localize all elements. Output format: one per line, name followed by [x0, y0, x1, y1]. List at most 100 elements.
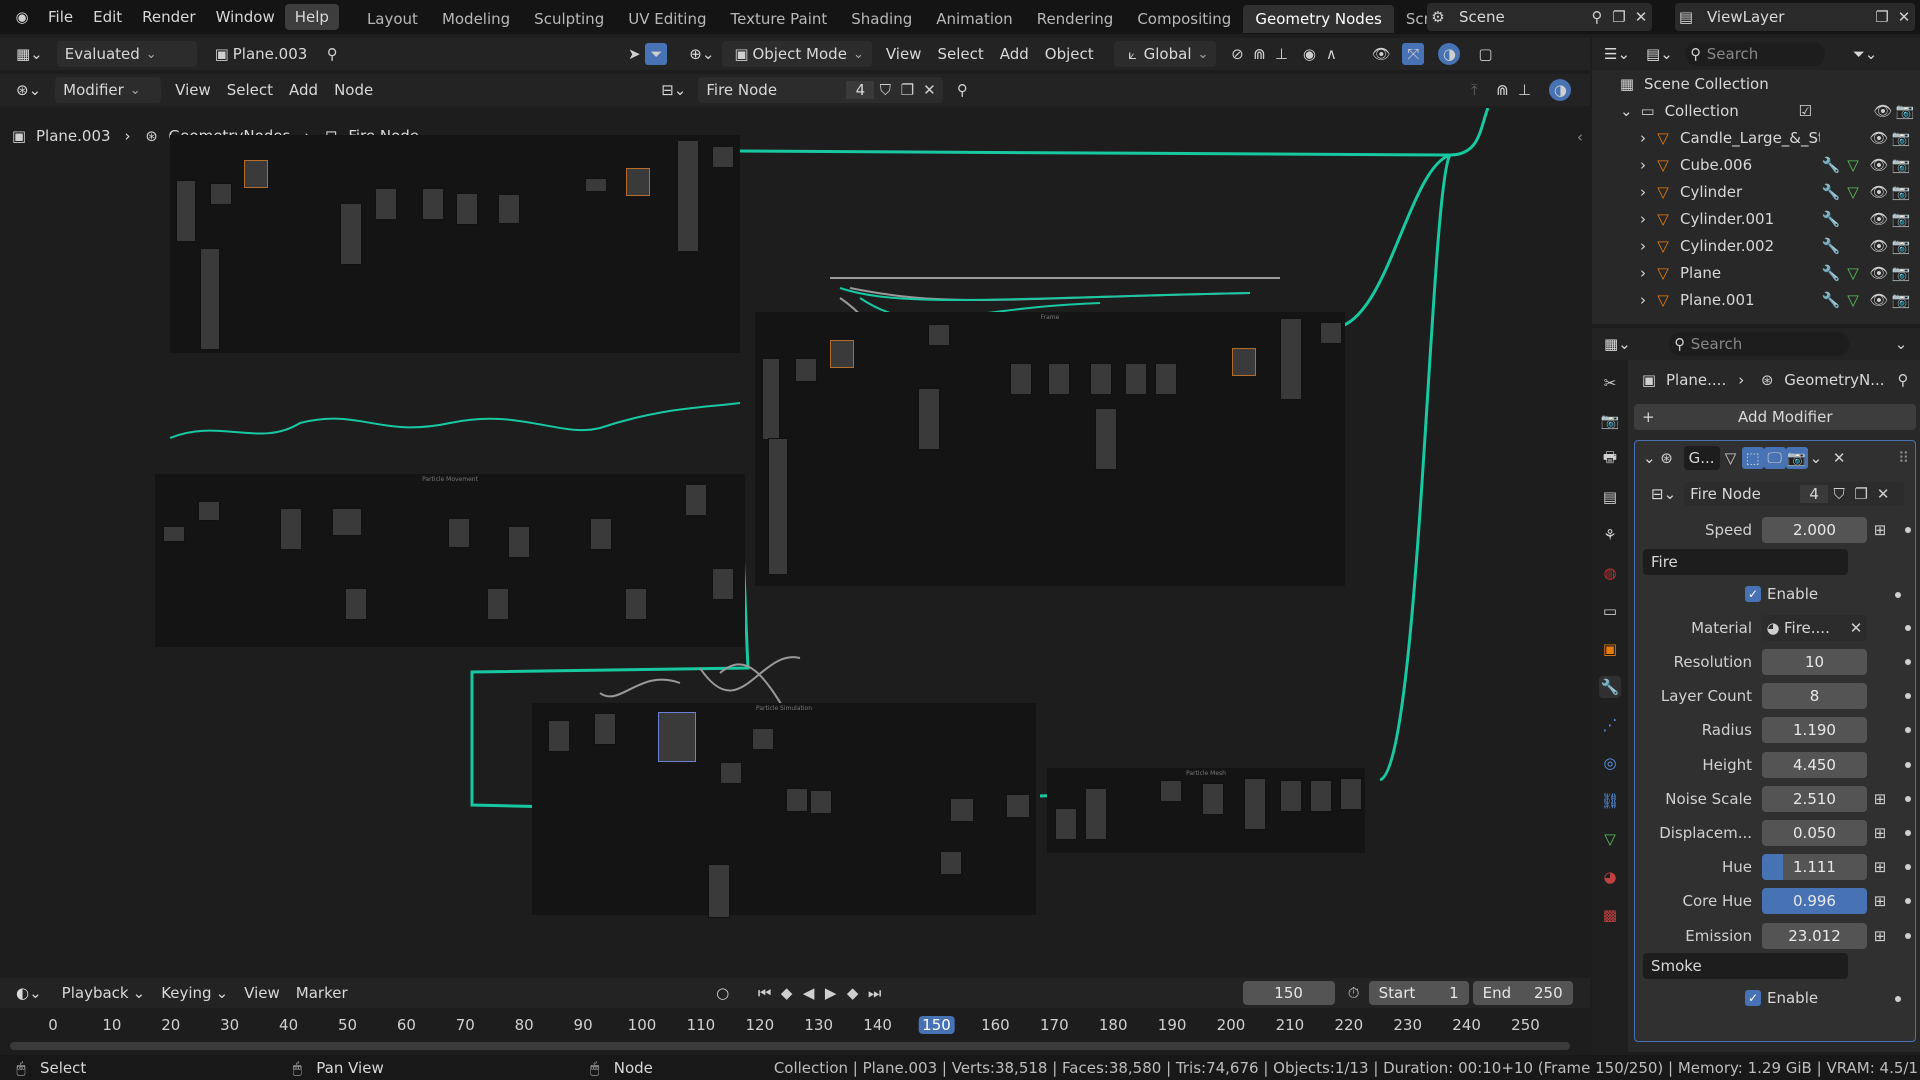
- pin-icon[interactable]: ⚲: [1892, 369, 1914, 391]
- drag-handle-icon[interactable]: ⠿: [1898, 449, 1909, 467]
- node-group-browse-icon[interactable]: ⊟⌄: [1643, 481, 1684, 507]
- eye-icon[interactable]: 👁: [1868, 127, 1890, 149]
- keyframe-dot-icon[interactable]: [1905, 727, 1911, 734]
- node-group-selector[interactable]: ⊟⌄ Fire Node 4 ⛉ ❐ ✕: [1635, 481, 1915, 507]
- clear-material-icon[interactable]: ✕: [1845, 617, 1867, 639]
- modifier-menu-chevron-icon[interactable]: ⌄: [1810, 449, 1823, 467]
- node[interactable]: [1160, 780, 1182, 802]
- node[interactable]: [210, 183, 232, 205]
- tab-shading[interactable]: Shading: [839, 5, 924, 33]
- next-keyframe-icon[interactable]: ◆: [842, 982, 864, 1004]
- mesh-data-icon[interactable]: ▽: [1842, 181, 1864, 203]
- view-layer-selector[interactable]: ▤ ViewLayer ❐ ✕: [1675, 3, 1915, 31]
- node[interactable]: [244, 160, 268, 188]
- camera-icon[interactable]: 📷: [1890, 262, 1912, 284]
- properties-search[interactable]: ⚲ Search: [1668, 332, 1849, 356]
- node[interactable]: [456, 193, 478, 225]
- properties-editor-icon[interactable]: ▦⌄: [1596, 331, 1639, 357]
- collapse-sidebar-icon[interactable]: ‹: [1577, 128, 1583, 146]
- param-value[interactable]: 1.190: [1762, 717, 1867, 744]
- node[interactable]: [795, 358, 817, 382]
- outliner-item[interactable]: › ▽ Cube.006 🔧 ▽ 👁 📷: [1640, 151, 1920, 178]
- tab-texture-paint[interactable]: Texture Paint: [718, 5, 839, 33]
- modifier-tab-icon[interactable]: 🔧: [1599, 676, 1621, 698]
- node[interactable]: [448, 518, 470, 548]
- unlink-icon[interactable]: ✕: [918, 79, 940, 101]
- data-tab-icon[interactable]: ▽: [1599, 828, 1621, 850]
- modifier-wrench-icon[interactable]: 🔧: [1820, 235, 1842, 257]
- expand-chevron-icon[interactable]: ›: [1640, 183, 1646, 201]
- viewport-menu-select[interactable]: Select: [929, 41, 991, 67]
- end-frame-field[interactable]: End 250: [1472, 981, 1573, 1005]
- expand-chevron-icon[interactable]: ›: [1640, 129, 1646, 147]
- fire-enable-checkbox[interactable]: ✓ Enable: [1745, 581, 1818, 607]
- node[interactable]: [594, 713, 616, 745]
- eye-icon[interactable]: 👁: [1872, 100, 1894, 122]
- socket-toggle-icon[interactable]: ⊞: [1869, 856, 1891, 878]
- node-menu-select[interactable]: Select: [219, 77, 281, 103]
- object-selector[interactable]: ▣ Plane.003: [203, 41, 316, 67]
- outliner-editor-icon[interactable]: ☰⌄: [1596, 41, 1638, 67]
- evaluated-dropdown[interactable]: Evaluated: [56, 41, 197, 67]
- param-value[interactable]: 2.510: [1762, 785, 1867, 812]
- expand-chevron-icon[interactable]: ›: [1640, 291, 1646, 309]
- socket-toggle-icon[interactable]: ⊞: [1869, 822, 1891, 844]
- physics-tab-icon[interactable]: ◎: [1599, 752, 1621, 774]
- object-tab-icon[interactable]: ▣: [1599, 638, 1621, 660]
- node[interactable]: [1280, 318, 1302, 400]
- edit-mode-icon[interactable]: ▽: [1720, 447, 1742, 469]
- tab-animation[interactable]: Animation: [924, 5, 1024, 33]
- keyframe-dot-icon[interactable]: [1905, 693, 1911, 700]
- param-value[interactable]: 0.050: [1762, 820, 1867, 846]
- viewport-menu-view[interactable]: View: [878, 41, 930, 67]
- node[interactable]: [1310, 780, 1332, 812]
- param-value[interactable]: 0.996: [1762, 888, 1867, 915]
- node[interactable]: [677, 140, 699, 252]
- menu-help[interactable]: Help: [284, 4, 339, 30]
- transform-orientation-dropdown[interactable]: ⟀ Global: [1113, 41, 1217, 67]
- overlay-icon[interactable]: ◑: [1438, 43, 1461, 65]
- node-frame[interactable]: Particle Movement: [155, 474, 745, 647]
- param-value[interactable]: 8: [1762, 683, 1867, 710]
- mesh-data-icon[interactable]: ▽: [1842, 289, 1864, 311]
- pin-icon[interactable]: ⚲: [321, 43, 343, 65]
- menu-edit[interactable]: Edit: [83, 0, 132, 34]
- tab-rendering[interactable]: Rendering: [1025, 5, 1126, 33]
- node[interactable]: [163, 526, 185, 542]
- socket-toggle-icon[interactable]: ⊞: [1869, 890, 1891, 912]
- socket-toggle-icon[interactable]: ⊞: [1869, 519, 1891, 541]
- node-overlay-icon[interactable]: ◑: [1549, 79, 1572, 101]
- keyframe-dot-icon[interactable]: [1895, 996, 1901, 1002]
- outliner-item[interactable]: › ▽ Cylinder 🔧 ▽ 👁 📷: [1640, 178, 1920, 205]
- display-mode-icon[interactable]: ▤⌄: [1638, 41, 1681, 67]
- snap-icon[interactable]: ⋒: [1248, 43, 1270, 65]
- camera-icon[interactable]: 📷: [1890, 208, 1912, 230]
- tab-modeling[interactable]: Modeling: [430, 5, 522, 33]
- checkbox-checked-icon[interactable]: ✓: [1745, 990, 1761, 1006]
- fake-user-icon[interactable]: ⛉: [874, 79, 896, 101]
- camera-icon[interactable]: 📷: [1890, 235, 1912, 257]
- node[interactable]: [375, 188, 397, 220]
- smoke-enable-checkbox[interactable]: ✓ Enable: [1745, 985, 1818, 1011]
- node[interactable]: [1125, 363, 1147, 395]
- node[interactable]: [1320, 322, 1342, 344]
- modifier-wrench-icon[interactable]: 🔧: [1820, 262, 1842, 284]
- param-value[interactable]: 4.450: [1762, 751, 1867, 778]
- pivot-icon[interactable]: ⊘: [1226, 43, 1248, 65]
- node[interactable]: [786, 788, 808, 812]
- unlink-icon[interactable]: ✕: [1872, 483, 1894, 505]
- add-modifier-button[interactable]: + Add Modifier: [1634, 404, 1916, 430]
- node[interactable]: [487, 588, 509, 620]
- camera-icon[interactable]: 📷: [1890, 154, 1912, 176]
- constraints-tab-icon[interactable]: ⛓: [1599, 790, 1621, 812]
- node[interactable]: [508, 526, 530, 558]
- node[interactable]: [712, 568, 734, 600]
- expand-chevron-icon[interactable]: ›: [1640, 156, 1646, 174]
- node[interactable]: [708, 864, 730, 918]
- viewport-menu-add[interactable]: Add: [992, 41, 1037, 67]
- menu-window[interactable]: Window: [206, 0, 285, 34]
- eye-icon[interactable]: 👁: [1868, 208, 1890, 230]
- outliner-item[interactable]: › ▽ Candle_Large_&_Stan 👁📷: [1640, 124, 1920, 151]
- node[interactable]: [498, 194, 520, 224]
- fake-user-icon[interactable]: ⛉: [1828, 483, 1850, 505]
